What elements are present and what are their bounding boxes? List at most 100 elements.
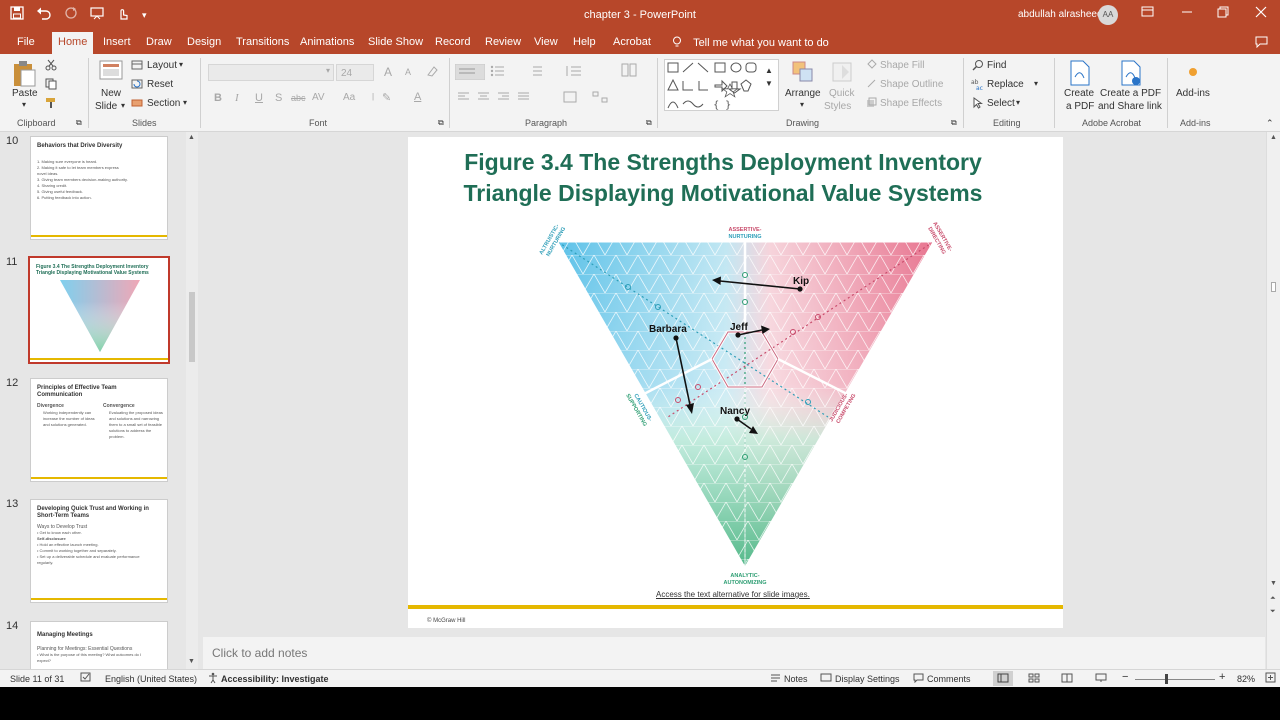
quick-styles-icon[interactable] — [830, 60, 854, 87]
reading-view-icon[interactable] — [1061, 673, 1073, 685]
align-right-icon[interactable] — [498, 92, 510, 105]
ribbon-display-icon[interactable] — [1141, 6, 1154, 21]
slide-thumbnail-14[interactable]: Managing Meetings Planning for Meetings:… — [30, 621, 168, 669]
quick-styles-label-2[interactable]: Styles — [824, 101, 851, 112]
copy-icon[interactable] — [45, 78, 59, 93]
align-center-icon[interactable] — [478, 92, 490, 105]
create-pdf-label-1[interactable]: Create — [1064, 88, 1094, 99]
cut-icon[interactable] — [45, 59, 57, 74]
font-launcher-icon[interactable]: ⧉ — [438, 118, 444, 128]
comments-button[interactable]: Comments — [927, 674, 971, 684]
arrange-button[interactable]: Arrange — [785, 88, 821, 99]
slide-thumbnail-12[interactable]: Principles of Effective Team Communicati… — [30, 378, 168, 482]
share-pdf-label-2[interactable]: and Share link — [1098, 101, 1162, 112]
format-painter-icon[interactable] — [45, 97, 57, 112]
thumbnails-scrollbar[interactable]: ▲ ▼ — [186, 132, 198, 669]
font-color-button[interactable]: A — [414, 91, 421, 103]
bold-button[interactable]: B — [214, 92, 222, 104]
slide-scrollbar[interactable]: ▲ ▼ ⏶ ⏷ — [1266, 132, 1280, 669]
paste-icon[interactable] — [12, 60, 36, 91]
clipboard-launcher-icon[interactable]: ⧉ — [76, 118, 82, 128]
scroll-down-icon[interactable]: ▼ — [1270, 580, 1277, 587]
zoom-slider-thumb[interactable] — [1165, 674, 1168, 684]
numbering-icon[interactable] — [528, 65, 550, 80]
scroll-up-icon[interactable]: ▲ — [1270, 134, 1277, 141]
share-pdf-label-1[interactable]: Create a PDF — [1100, 88, 1161, 99]
new-slide-label-2[interactable]: Slide — [95, 101, 117, 112]
select-button[interactable]: Select — [987, 98, 1015, 109]
section-button[interactable]: Section — [147, 98, 180, 109]
minimize-icon[interactable] — [1181, 6, 1193, 21]
tab-review[interactable]: Review — [485, 36, 521, 48]
bullets-icon[interactable] — [490, 65, 512, 80]
layout-button[interactable]: Layout — [147, 60, 177, 71]
tab-draw[interactable]: Draw — [146, 36, 172, 48]
tab-design[interactable]: Design — [187, 36, 221, 48]
tell-me-box[interactable]: Tell me what you want to do — [672, 36, 829, 49]
tab-help[interactable]: Help — [573, 36, 596, 48]
close-icon[interactable] — [1255, 6, 1267, 21]
slide-thumbnail-10[interactable]: Behaviors that Drive Diversity 1. Making… — [30, 136, 168, 240]
underline-button[interactable]: U — [255, 92, 263, 104]
slide-sorter-icon[interactable] — [1028, 673, 1040, 685]
collapse-ribbon-icon[interactable]: ⌃ — [1266, 118, 1274, 129]
paste-dropdown-icon[interactable]: ▾ — [22, 100, 26, 109]
shapes-gallery[interactable]: { } — [664, 59, 779, 111]
scrollbar-thumb[interactable] — [189, 292, 195, 362]
text-alternative-link[interactable]: Access the text alternative for slide im… — [656, 590, 810, 599]
addins-button[interactable]: Add-ins — [1176, 88, 1210, 99]
smartart-icon[interactable] — [592, 91, 610, 106]
shadow-button[interactable]: S — [275, 92, 282, 104]
tab-transitions[interactable]: Transitions — [236, 36, 289, 48]
accessibility-status[interactable]: Accessibility: Investigate — [221, 674, 329, 684]
tab-slide-show[interactable]: Slide Show — [368, 36, 423, 48]
addins-icon[interactable] — [1187, 66, 1199, 81]
slide-thumbnail-13[interactable]: Developing Quick Trust and Working in Sh… — [30, 499, 168, 603]
paste-button[interactable]: Paste — [12, 88, 38, 99]
fit-to-window-icon[interactable] — [1265, 672, 1276, 685]
slide-thumbnails-pane[interactable]: 10 Behaviors that Drive Diversity 1. Mak… — [0, 132, 202, 669]
drawing-launcher-icon[interactable]: ⧉ — [951, 118, 957, 128]
shapes-scroll-up[interactable]: ▲ — [765, 66, 773, 75]
slide-thumbnail-11[interactable]: Figure 3.4 The Strengths Deployment Inve… — [28, 256, 170, 364]
character-spacing-button[interactable]: AV — [312, 92, 325, 103]
new-slide-icon[interactable] — [99, 60, 123, 85]
strikethrough-button[interactable]: abc — [291, 93, 306, 103]
quick-styles-label-1[interactable]: Quick — [829, 88, 855, 99]
user-name[interactable]: abdullah alrasheed — [1018, 9, 1103, 20]
zoom-in-button[interactable]: + — [1219, 671, 1225, 683]
spellcheck-icon[interactable] — [80, 672, 92, 685]
restore-icon[interactable] — [1217, 6, 1229, 21]
reset-button[interactable]: Reset — [147, 79, 173, 90]
previous-slide-icon[interactable]: ⏶ — [1270, 595, 1276, 603]
tab-view[interactable]: View — [534, 36, 558, 48]
columns-icon[interactable] — [621, 63, 643, 80]
paragraph-launcher-icon[interactable]: ⧉ — [646, 118, 652, 128]
comments-icon[interactable] — [1255, 36, 1268, 51]
share-pdf-icon[interactable] — [1120, 60, 1142, 89]
shape-outline-button[interactable]: Shape Outline — [880, 79, 943, 90]
next-slide-icon[interactable]: ⏷ — [1270, 608, 1276, 616]
scrollbar-thumb[interactable] — [1271, 282, 1276, 292]
language-indicator[interactable]: English (United States) — [105, 674, 197, 684]
replace-button[interactable]: Replace — [987, 79, 1024, 90]
tab-insert[interactable]: Insert — [103, 36, 131, 48]
tab-file[interactable]: File — [17, 36, 35, 48]
notes-placeholder[interactable]: Click to add notes — [212, 646, 307, 660]
grow-font-button[interactable]: A — [384, 65, 392, 79]
slide-title[interactable]: Figure 3.4 The Strengths Deployment Inve… — [408, 147, 1038, 209]
zoom-slider[interactable] — [1135, 679, 1215, 680]
avatar[interactable]: AA — [1098, 5, 1118, 25]
clear-formatting-icon[interactable] — [426, 65, 438, 80]
align-left-icon[interactable] — [458, 92, 470, 105]
sdi-triangle-figure[interactable]: Kip Jeff Barbara Nancy ASSERTIVE- NURTUR… — [528, 217, 968, 587]
notes-button[interactable]: Notes — [784, 674, 808, 684]
slide-canvas[interactable]: Figure 3.4 The Strengths Deployment Inve… — [408, 137, 1063, 628]
new-slide-label-1[interactable]: New — [101, 88, 121, 99]
tab-record[interactable]: Record — [435, 36, 470, 48]
notes-pane[interactable]: Click to add notes — [203, 637, 1265, 669]
zoom-level[interactable]: 82% — [1237, 674, 1255, 684]
create-pdf-icon[interactable] — [1069, 60, 1091, 89]
tab-animations[interactable]: Animations — [300, 36, 354, 48]
shape-effects-button[interactable]: Shape Effects — [880, 98, 942, 109]
